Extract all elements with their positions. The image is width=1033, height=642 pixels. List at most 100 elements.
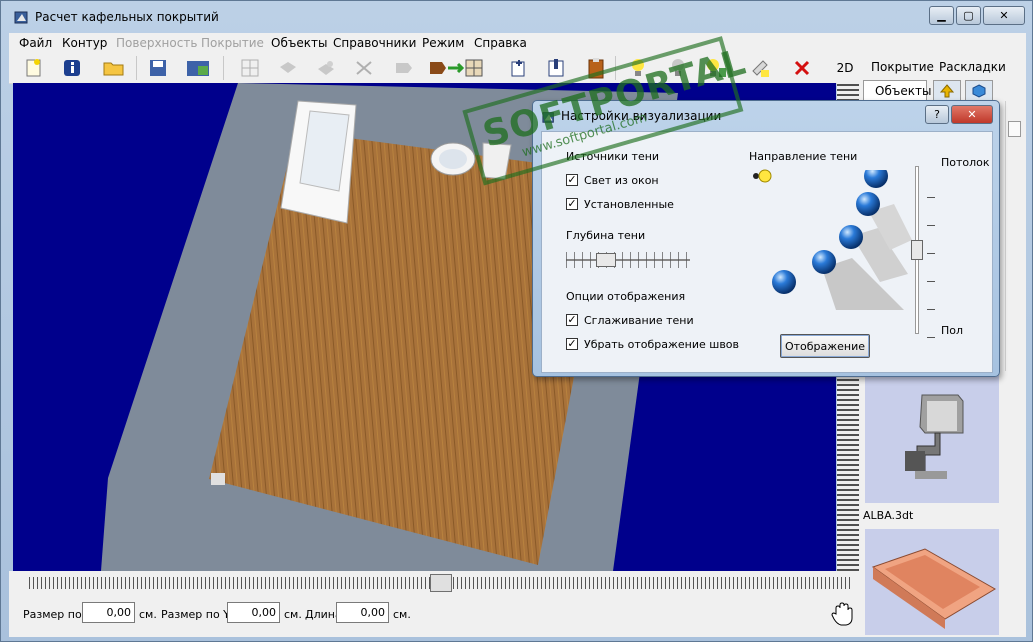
new-button[interactable] <box>21 56 47 80</box>
hand-icon[interactable] <box>831 602 853 626</box>
right-scroll-thumb[interactable] <box>1008 121 1021 137</box>
shadow-depth-slider[interactable] <box>566 252 690 268</box>
size-y-label: Размер по Y <box>161 608 230 621</box>
light-button[interactable] <box>625 56 651 80</box>
mode-2d-label: 2D <box>836 61 854 75</box>
add-object-icon <box>511 60 525 77</box>
length-input[interactable]: 0,00 <box>336 602 389 623</box>
menu-references[interactable]: Справочники <box>333 36 416 50</box>
title-bar: Расчет кафельных покрытий ▁ ▢ ✕ <box>1 1 1032 31</box>
cover-button[interactable] <box>391 56 417 80</box>
installed-checkbox[interactable]: ✓ <box>566 198 578 210</box>
menu-help[interactable]: Справка <box>474 36 527 50</box>
menu-surface[interactable]: Поверхность <box>116 36 197 50</box>
toolbar: 2D <box>9 53 859 84</box>
menu-cover[interactable]: Покрытие <box>201 36 264 50</box>
delete-surface-button[interactable] <box>351 56 377 80</box>
report-button[interactable] <box>747 56 773 80</box>
dialog-body: Источники тени ✓ Свет из окон ✓ Установл… <box>541 131 993 373</box>
apply-cover-icon <box>430 59 483 77</box>
clipboard-button[interactable] <box>583 56 609 80</box>
object-name-alba[interactable]: ALBA.3dt <box>863 509 913 522</box>
hide-seams-label[interactable]: Убрать отображение швов <box>584 338 739 351</box>
menu-mode[interactable]: Режим <box>422 36 464 50</box>
visualization-settings-dialog: Настройки визуализации ? ✕ Источники тен… <box>532 100 1000 377</box>
apply-cover-button[interactable] <box>427 56 487 80</box>
dialog-title: Настройки визуализации <box>561 109 722 123</box>
tab-objects-box[interactable]: Объекты <box>863 80 931 101</box>
shadow-direction-label: Направление тени <box>749 150 858 163</box>
menu-bar: Файл Контур Поверхность Покрытие Объекты… <box>9 33 1026 53</box>
info-icon <box>64 60 80 76</box>
installed-label[interactable]: Установленные <box>584 198 674 211</box>
library-icon <box>548 59 564 77</box>
grid-button[interactable] <box>237 56 263 80</box>
save-icon <box>150 60 166 76</box>
right-scrollbar[interactable] <box>1005 101 1022 371</box>
mode-2d-button[interactable]: 2D <box>831 56 859 80</box>
surface-button[interactable] <box>275 56 301 80</box>
cover-icon <box>396 63 412 73</box>
toolbar-separator <box>615 56 616 80</box>
add-surface-button[interactable] <box>313 56 339 80</box>
maximize-button[interactable]: ▢ <box>956 6 981 25</box>
lightbulb-icon <box>632 59 644 76</box>
save-as-icon <box>187 61 209 76</box>
shadow-height-slider[interactable] <box>910 166 924 334</box>
toolbar-separator <box>136 56 137 80</box>
minimize-button[interactable]: ▁ <box>929 6 954 25</box>
display-options-label: Опции отображения <box>566 290 686 303</box>
grid-icon <box>241 59 259 77</box>
surface-icon <box>280 62 296 73</box>
smooth-shadow-label[interactable]: Сглаживание тени <box>584 314 694 327</box>
shadow-direction-visual[interactable] <box>764 170 914 320</box>
unit-label: см. <box>139 608 157 621</box>
tab-objects[interactable]: Объекты <box>875 84 931 98</box>
size-y-input[interactable]: 0,00 <box>227 602 280 623</box>
app-window: Расчет кафельных покрытий ▁ ▢ ✕ Файл Кон… <box>0 0 1033 642</box>
object-thumbnail-1[interactable] <box>865 371 999 503</box>
slider-thumb[interactable] <box>911 240 923 260</box>
open-button[interactable] <box>101 56 127 80</box>
light-settings-button[interactable] <box>703 56 729 80</box>
folder-icon <box>103 62 124 76</box>
save-button[interactable] <box>145 56 171 80</box>
floor-label: Пол <box>941 324 964 337</box>
light-settings-icon <box>707 59 726 77</box>
close-icon: ✕ <box>999 9 1009 22</box>
add-object-button[interactable] <box>505 56 531 80</box>
unit-label: см. <box>393 608 411 621</box>
menu-objects[interactable]: Объекты <box>271 36 327 50</box>
menu-file[interactable]: Файл <box>19 36 52 50</box>
size-x-input[interactable]: 0,00 <box>82 602 135 623</box>
toolbar-separator <box>223 56 224 80</box>
close-button[interactable]: ✕ <box>983 6 1025 25</box>
slider-thumb[interactable] <box>596 253 616 267</box>
object-thumbnail-2[interactable] <box>865 529 999 635</box>
save-as-button[interactable] <box>185 56 211 80</box>
tab-cover[interactable]: Покрытие <box>871 60 934 74</box>
light-windows-checkbox[interactable]: ✓ <box>566 174 578 186</box>
display-button[interactable]: Отображение <box>780 334 870 358</box>
delete-button[interactable] <box>789 56 815 80</box>
horizontal-scrollbar[interactable] <box>9 571 859 596</box>
move-up-button[interactable] <box>933 80 961 101</box>
light-windows-label[interactable]: Свет из окон <box>584 174 659 187</box>
light-off-button[interactable] <box>665 56 691 80</box>
dialog-help-button[interactable]: ? <box>925 105 949 124</box>
new-file-icon <box>26 59 41 77</box>
shadow-depth-label: Глубина тени <box>566 229 646 242</box>
menu-contour[interactable]: Контур <box>62 36 107 50</box>
view-3d-button[interactable] <box>965 80 993 101</box>
height-ticks <box>927 170 935 338</box>
dialog-app-icon <box>542 112 554 123</box>
object-library-button[interactable] <box>543 56 569 80</box>
smooth-shadow-checkbox[interactable]: ✓ <box>566 314 578 326</box>
clipboard-icon <box>588 58 604 79</box>
ceiling-label: Потолок <box>941 156 990 169</box>
hide-seams-checkbox[interactable]: ✓ <box>566 338 578 350</box>
info-button[interactable] <box>59 56 85 80</box>
dialog-close-button[interactable]: ✕ <box>951 105 993 124</box>
tab-layout[interactable]: Раскладки <box>939 60 1006 74</box>
scroll-thumb[interactable] <box>430 574 452 592</box>
